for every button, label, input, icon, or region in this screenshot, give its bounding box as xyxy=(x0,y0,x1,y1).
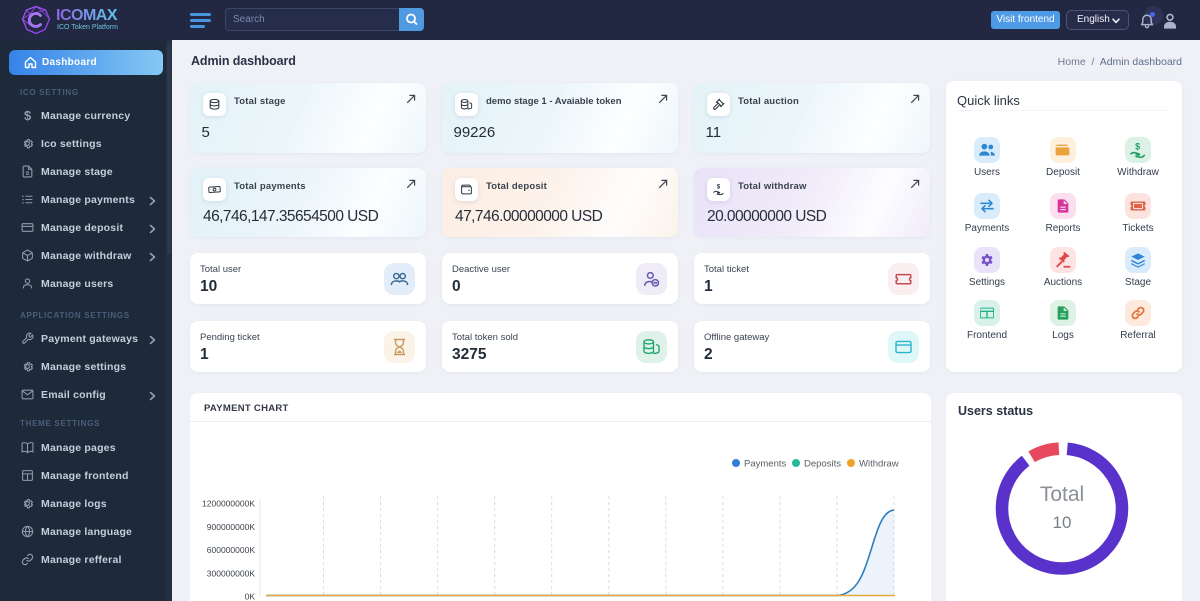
svg-text:Payments: Payments xyxy=(744,459,786,470)
svg-text:Withdraw: Withdraw xyxy=(859,459,899,470)
svg-text:Total: Total xyxy=(1040,483,1084,506)
svg-text:1200000000K: 1200000000K xyxy=(202,499,255,509)
svg-text:0K: 0K xyxy=(245,592,256,601)
svg-text:$: $ xyxy=(1135,141,1140,151)
svg-text:$: $ xyxy=(717,184,721,190)
svg-text:ICOMAX: ICOMAX xyxy=(56,7,118,22)
svg-text:300000000K: 300000000K xyxy=(207,568,256,578)
svg-text:900000000K: 900000000K xyxy=(207,522,256,532)
svg-text:Deposits: Deposits xyxy=(804,459,841,470)
svg-text:$: $ xyxy=(24,109,32,122)
svg-text:10: 10 xyxy=(1053,513,1072,532)
svg-text:600000000K: 600000000K xyxy=(207,545,256,555)
